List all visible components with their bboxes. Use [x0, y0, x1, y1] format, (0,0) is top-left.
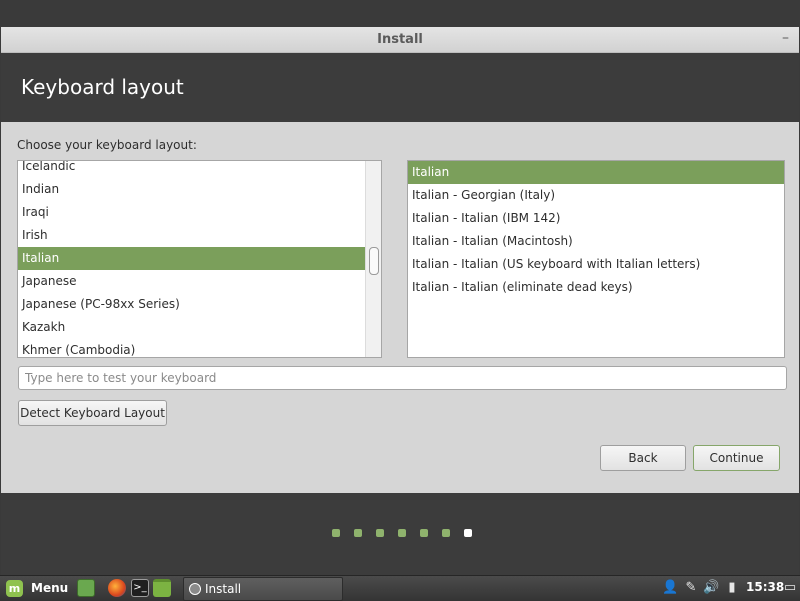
installer-window: Install – Keyboard layout Choose your ke… — [1, 27, 799, 575]
display-icon[interactable]: ▭ — [782, 580, 798, 596]
progress-dot — [420, 529, 428, 537]
variant-list-items: Italian Italian - Georgian (Italy) Itali… — [408, 161, 784, 299]
window-title: Install — [377, 32, 423, 47]
variant-item[interactable]: Italian - Italian (IBM 142) — [408, 207, 784, 230]
scrollbar-thumb[interactable] — [369, 247, 379, 275]
layout-item[interactable]: Khmer (Cambodia) — [18, 339, 381, 357]
layout-item[interactable]: Icelandic — [18, 161, 381, 178]
progress-dot — [376, 529, 384, 537]
taskbar: m Menu >_ Install 👤 ✎ 🔊 ▮ 15:38 ▭ — [0, 575, 800, 601]
layout-list-scrollbar[interactable] — [365, 161, 381, 357]
menu-label: Menu — [31, 581, 69, 595]
page-title: Keyboard layout — [21, 75, 184, 99]
task-label: Install — [205, 582, 242, 596]
terminal-icon[interactable]: >_ — [131, 579, 149, 597]
user-icon[interactable]: 👤 — [662, 580, 678, 596]
desktop-icon[interactable] — [77, 579, 95, 597]
variant-item[interactable]: Italian - Italian (Macintosh) — [408, 230, 784, 253]
battery-icon[interactable]: ▮ — [724, 580, 740, 596]
detect-layout-button[interactable]: Detect Keyboard Layout — [18, 400, 167, 426]
progress-dot — [332, 529, 340, 537]
layout-prompt: Choose your keyboard layout: — [17, 138, 197, 152]
variant-item[interactable]: Italian - Italian (eliminate dead keys) — [408, 276, 784, 299]
progress-dot — [398, 529, 406, 537]
layout-item[interactable]: Iraqi — [18, 201, 381, 224]
continue-button[interactable]: Continue — [693, 445, 780, 471]
layout-item[interactable]: Kazakh — [18, 316, 381, 339]
progress-dot-current — [464, 529, 472, 537]
minimize-icon[interactable]: – — [782, 30, 789, 46]
layout-item[interactable]: Japanese — [18, 270, 381, 293]
titlebar[interactable]: Install – — [1, 27, 799, 53]
files-icon[interactable] — [153, 579, 171, 597]
back-button[interactable]: Back — [600, 445, 686, 471]
layout-list[interactable]: Icelandic Indian Iraqi Irish Italian Jap… — [17, 160, 382, 358]
mint-logo-icon: m — [6, 580, 23, 597]
progress-footer — [1, 493, 799, 575]
layout-item-selected[interactable]: Italian — [18, 247, 381, 270]
installer-task-icon — [189, 583, 201, 595]
layout-list-items: Icelandic Indian Iraqi Irish Italian Jap… — [18, 161, 381, 357]
layout-item[interactable]: Japanese (PC-98xx Series) — [18, 293, 381, 316]
progress-dot — [354, 529, 362, 537]
progress-dot — [442, 529, 450, 537]
taskbar-task-install[interactable]: Install — [183, 577, 343, 601]
variant-item[interactable]: Italian - Italian (US keyboard with Ital… — [408, 253, 784, 276]
page-header: Keyboard layout — [1, 53, 799, 122]
keyboard-test-input[interactable] — [18, 366, 787, 390]
variant-item-selected[interactable]: Italian — [408, 161, 784, 184]
firefox-icon[interactable] — [108, 579, 126, 597]
clock[interactable]: 15:38 — [746, 580, 784, 594]
network-icon[interactable]: ✎ — [683, 580, 699, 596]
variant-list[interactable]: Italian Italian - Georgian (Italy) Itali… — [407, 160, 785, 358]
volume-icon[interactable]: 🔊 — [703, 580, 719, 596]
layout-item[interactable]: Irish — [18, 224, 381, 247]
layout-item[interactable]: Indian — [18, 178, 381, 201]
variant-item[interactable]: Italian - Georgian (Italy) — [408, 184, 784, 207]
